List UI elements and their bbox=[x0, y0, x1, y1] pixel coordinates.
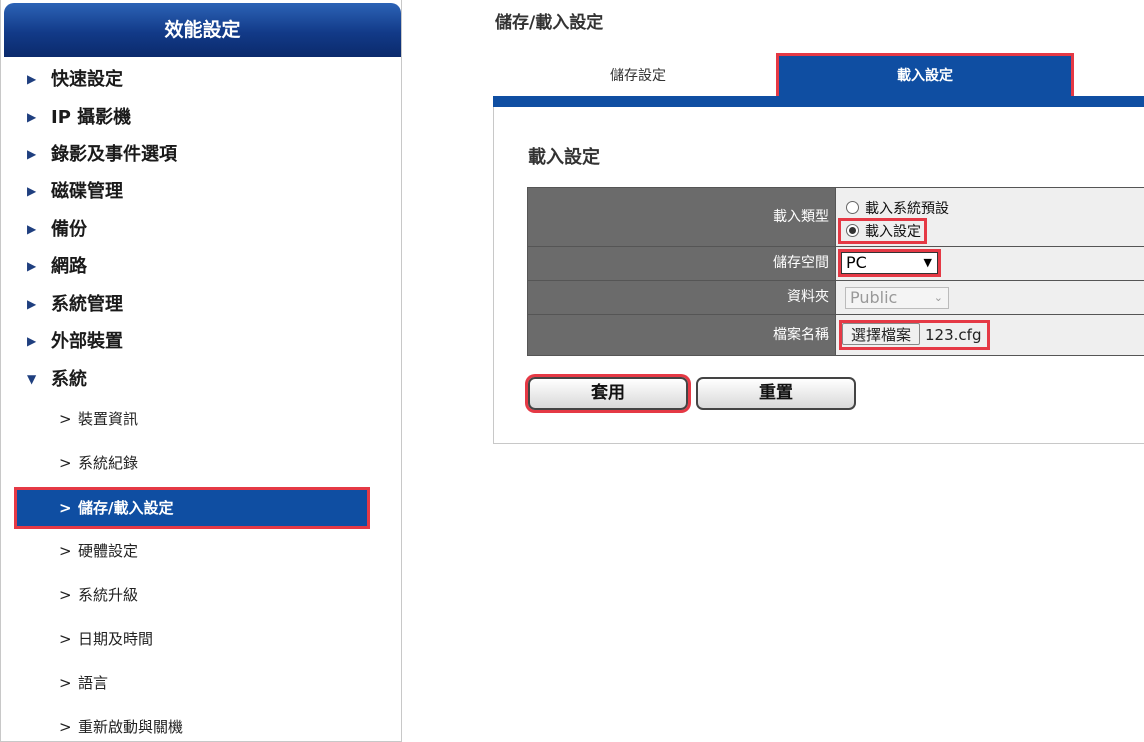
filename-label: 檔案名稱 bbox=[528, 315, 835, 355]
triangle-right-icon: ▶ bbox=[27, 147, 37, 161]
radio-checked-icon[interactable] bbox=[846, 224, 859, 237]
radio-label: 載入系統預設 bbox=[865, 201, 949, 217]
chevron-right-icon: > bbox=[59, 674, 72, 692]
sidebar-subitem-label: 重新啟動與關機 bbox=[78, 718, 184, 736]
sidebar-subitem-date-time[interactable]: > 日期及時間 bbox=[59, 627, 153, 651]
sidebar-item-quick-setup[interactable]: ▶ 快速設定 bbox=[27, 66, 123, 92]
file-name: 123.cfg bbox=[925, 326, 982, 344]
chevron-right-icon: > bbox=[59, 454, 72, 472]
storage-select-value: PC bbox=[846, 253, 867, 272]
page-title: 儲存/載入設定 bbox=[495, 13, 604, 33]
storage-label: 儲存空間 bbox=[528, 247, 835, 280]
choose-file-button[interactable]: 選擇檔案 bbox=[842, 323, 921, 345]
tab-load-settings[interactable]: 載入設定 bbox=[779, 56, 1071, 96]
sidebar-subitem-label: 語言 bbox=[78, 674, 109, 692]
sidebar-item-network[interactable]: ▶ 網路 bbox=[27, 253, 87, 279]
chevron-right-icon: > bbox=[59, 586, 72, 604]
sidebar-subitem-label: 硬體設定 bbox=[78, 542, 139, 560]
triangle-right-icon: ▶ bbox=[27, 297, 37, 311]
sidebar-subitem-hardware-settings[interactable]: > 硬體設定 bbox=[59, 539, 138, 563]
sidebar-subitem-label: 系統升級 bbox=[78, 586, 139, 604]
storage-select[interactable]: PC ▼ bbox=[838, 249, 941, 277]
chevron-right-icon: > bbox=[59, 542, 72, 560]
sidebar-item-label: 磁碟管理 bbox=[51, 181, 123, 202]
reset-button[interactable]: 重置 bbox=[696, 377, 856, 410]
sidebar-item-label: 系統 bbox=[51, 369, 87, 390]
file-chooser[interactable]: 選擇檔案 123.cfg bbox=[838, 320, 991, 350]
chevron-right-icon: > bbox=[59, 499, 72, 517]
chevron-right-icon: > bbox=[59, 630, 72, 648]
sidebar-item-label: 外部裝置 bbox=[51, 331, 123, 352]
load-type-value: 載入系統預設 載入設定 bbox=[835, 188, 1144, 246]
sidebar-item-label: 網路 bbox=[51, 256, 87, 277]
sidebar-item-label: 快速設定 bbox=[51, 69, 123, 90]
sidebar-item-backup[interactable]: ▶ 備份 bbox=[27, 216, 87, 242]
sidebar-subitem-restart-shutdown[interactable]: > 重新啟動與關機 bbox=[59, 715, 183, 739]
sidebar-item-system[interactable]: ▼ 系統 bbox=[27, 366, 87, 392]
chevron-down-icon: ▼ bbox=[923, 256, 932, 269]
sidebar-item-label: 備份 bbox=[51, 219, 87, 240]
load-type-label: 載入類型 bbox=[528, 188, 835, 246]
sidebar-subitem-system-upgrade[interactable]: > 系統升級 bbox=[59, 583, 138, 607]
sidebar-subitem-label: 裝置資訊 bbox=[78, 410, 139, 428]
sidebar-subitem-system-log[interactable]: > 系統紀錄 bbox=[59, 451, 138, 475]
folder-select: Public ⌄ bbox=[845, 287, 949, 309]
triangle-right-icon: ▶ bbox=[27, 184, 37, 198]
chevron-right-icon: > bbox=[59, 410, 72, 428]
form-row-folder: 資料夾 Public ⌄ bbox=[527, 280, 1144, 315]
sidebar-subitem-device-info[interactable]: > 裝置資訊 bbox=[59, 407, 138, 431]
sidebar-subitem-language[interactable]: > 語言 bbox=[59, 671, 108, 695]
sidebar-item-external-devices[interactable]: ▶ 外部裝置 bbox=[27, 328, 123, 354]
radio-label: 載入設定 bbox=[865, 224, 921, 240]
chevron-down-icon: ⌄ bbox=[933, 291, 943, 304]
sidebar-title: 效能設定 bbox=[4, 3, 401, 57]
sidebar-item-ip-camera[interactable]: ▶ IP 攝影機 bbox=[27, 104, 131, 130]
sidebar-subitem-save-load-settings[interactable]: > 儲存/載入設定 bbox=[14, 487, 370, 529]
radio-unchecked-icon[interactable] bbox=[846, 201, 859, 214]
sidebar: 效能設定 ▶ 快速設定 ▶ IP 攝影機 ▶ 錄影及事件選項 ▶ 磁碟管理 ▶ 備份 ▶ 網… bbox=[0, 0, 402, 742]
form-row-storage: 儲存空間 PC ▼ bbox=[527, 246, 1144, 281]
triangle-right-icon: ▶ bbox=[27, 259, 37, 273]
form-row-filename: 檔案名稱 選擇檔案 123.cfg bbox=[527, 314, 1144, 356]
filename-value: 選擇檔案 123.cfg bbox=[835, 315, 1144, 355]
sidebar-subitem-label: 日期及時間 bbox=[78, 630, 154, 648]
apply-button[interactable]: 套用 bbox=[528, 377, 688, 410]
folder-label: 資料夾 bbox=[528, 281, 835, 314]
form-row-load-type: 載入類型 載入系統預設 載入設定 bbox=[527, 187, 1144, 247]
radio-load-system-default[interactable]: 載入系統預設 bbox=[846, 198, 949, 218]
tab-save-settings[interactable]: 儲存設定 bbox=[520, 56, 756, 96]
sidebar-item-disk-management[interactable]: ▶ 磁碟管理 bbox=[27, 178, 123, 204]
sidebar-item-system-management[interactable]: ▶ 系統管理 bbox=[27, 291, 123, 317]
triangle-right-icon: ▶ bbox=[27, 334, 37, 348]
sidebar-item-label: IP 攝影機 bbox=[51, 107, 132, 128]
folder-select-value: Public bbox=[850, 288, 898, 307]
storage-value: PC ▼ bbox=[835, 247, 1144, 280]
sidebar-item-label: 錄影及事件選項 bbox=[51, 144, 177, 165]
triangle-right-icon: ▶ bbox=[27, 72, 37, 86]
chevron-right-icon: > bbox=[59, 718, 72, 736]
triangle-right-icon: ▶ bbox=[27, 110, 37, 124]
folder-value: Public ⌄ bbox=[835, 281, 1144, 314]
sidebar-subitem-label: 系統紀錄 bbox=[78, 454, 139, 472]
sidebar-subitem-label: 儲存/載入設定 bbox=[78, 499, 174, 517]
sidebar-item-recording-events[interactable]: ▶ 錄影及事件選項 bbox=[27, 141, 177, 167]
triangle-down-icon: ▼ bbox=[27, 372, 37, 386]
section-title: 載入設定 bbox=[528, 147, 600, 168]
tab-underline-bar bbox=[493, 96, 1144, 107]
triangle-right-icon: ▶ bbox=[27, 222, 37, 236]
radio-load-settings[interactable]: 載入設定 bbox=[838, 218, 927, 244]
sidebar-item-label: 系統管理 bbox=[51, 294, 123, 315]
